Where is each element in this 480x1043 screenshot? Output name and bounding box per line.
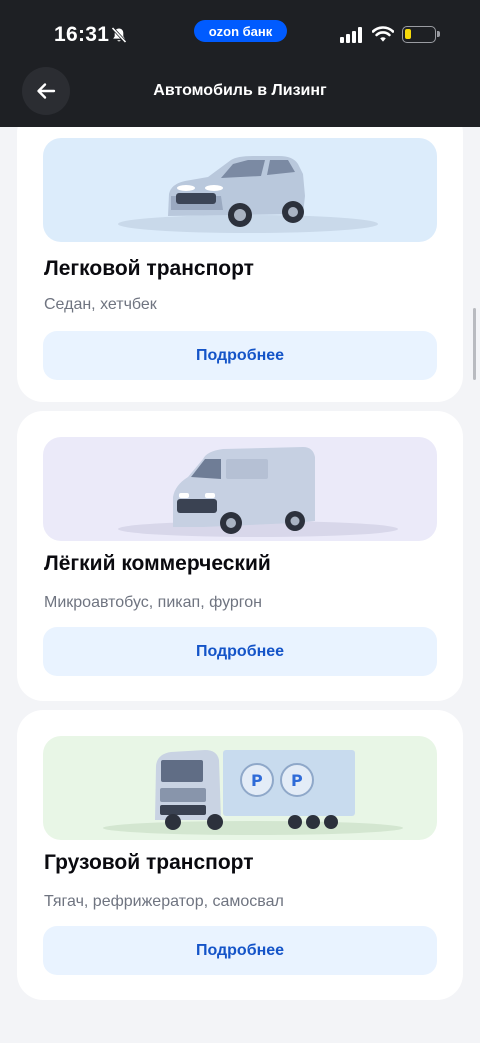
- card-subtitle: Тягач, рефрижератор, самосвал: [44, 893, 284, 910]
- suv-car-image: [43, 138, 437, 242]
- content-scroll[interactable]: Легковой транспорт Седан, хетчбек Подроб…: [0, 127, 480, 1043]
- card-title: Лёгкий коммерческий: [44, 552, 271, 575]
- details-button[interactable]: Подробнее: [43, 627, 437, 676]
- card-title: Грузовой транспорт: [44, 851, 254, 874]
- card-subtitle: Седан, хетчбек: [44, 296, 157, 313]
- leasing-card-commercial: Лёгкий коммерческий Микроавтобус, пикап,…: [17, 411, 463, 701]
- page-title: Автомобиль в Лизинг: [153, 82, 327, 99]
- truck-image: Р Р: [43, 736, 437, 840]
- leasing-card-trucks: Р Р Грузовой транспорт Тягач, рефрижерат…: [17, 710, 463, 1000]
- details-button[interactable]: Подробнее: [43, 331, 437, 380]
- details-button[interactable]: Подробнее: [43, 926, 437, 975]
- battery-icon: [402, 26, 440, 43]
- van-image: [43, 437, 437, 541]
- signal-icon: [340, 27, 362, 43]
- card-title: Легковой транспорт: [44, 257, 254, 280]
- status-time: 16:31: [54, 23, 110, 46]
- wifi-icon: [372, 26, 394, 42]
- leasing-card-passenger: Легковой транспорт Седан, хетчбек Подроб…: [17, 127, 463, 402]
- svg-text:Р: Р: [251, 771, 263, 790]
- scrollbar[interactable]: [473, 308, 476, 380]
- bell-muted-icon: [111, 26, 127, 44]
- status-bar: 16:31 ozon банк: [0, 0, 480, 70]
- ozon-bank-badge[interactable]: ozon банк: [194, 20, 287, 42]
- card-subtitle: Микроавтобус, пикап, фургон: [44, 594, 263, 611]
- svg-text:Р: Р: [291, 771, 303, 790]
- top-bar: 16:31 ozon банк Автомобиль в Лизинг: [0, 0, 480, 127]
